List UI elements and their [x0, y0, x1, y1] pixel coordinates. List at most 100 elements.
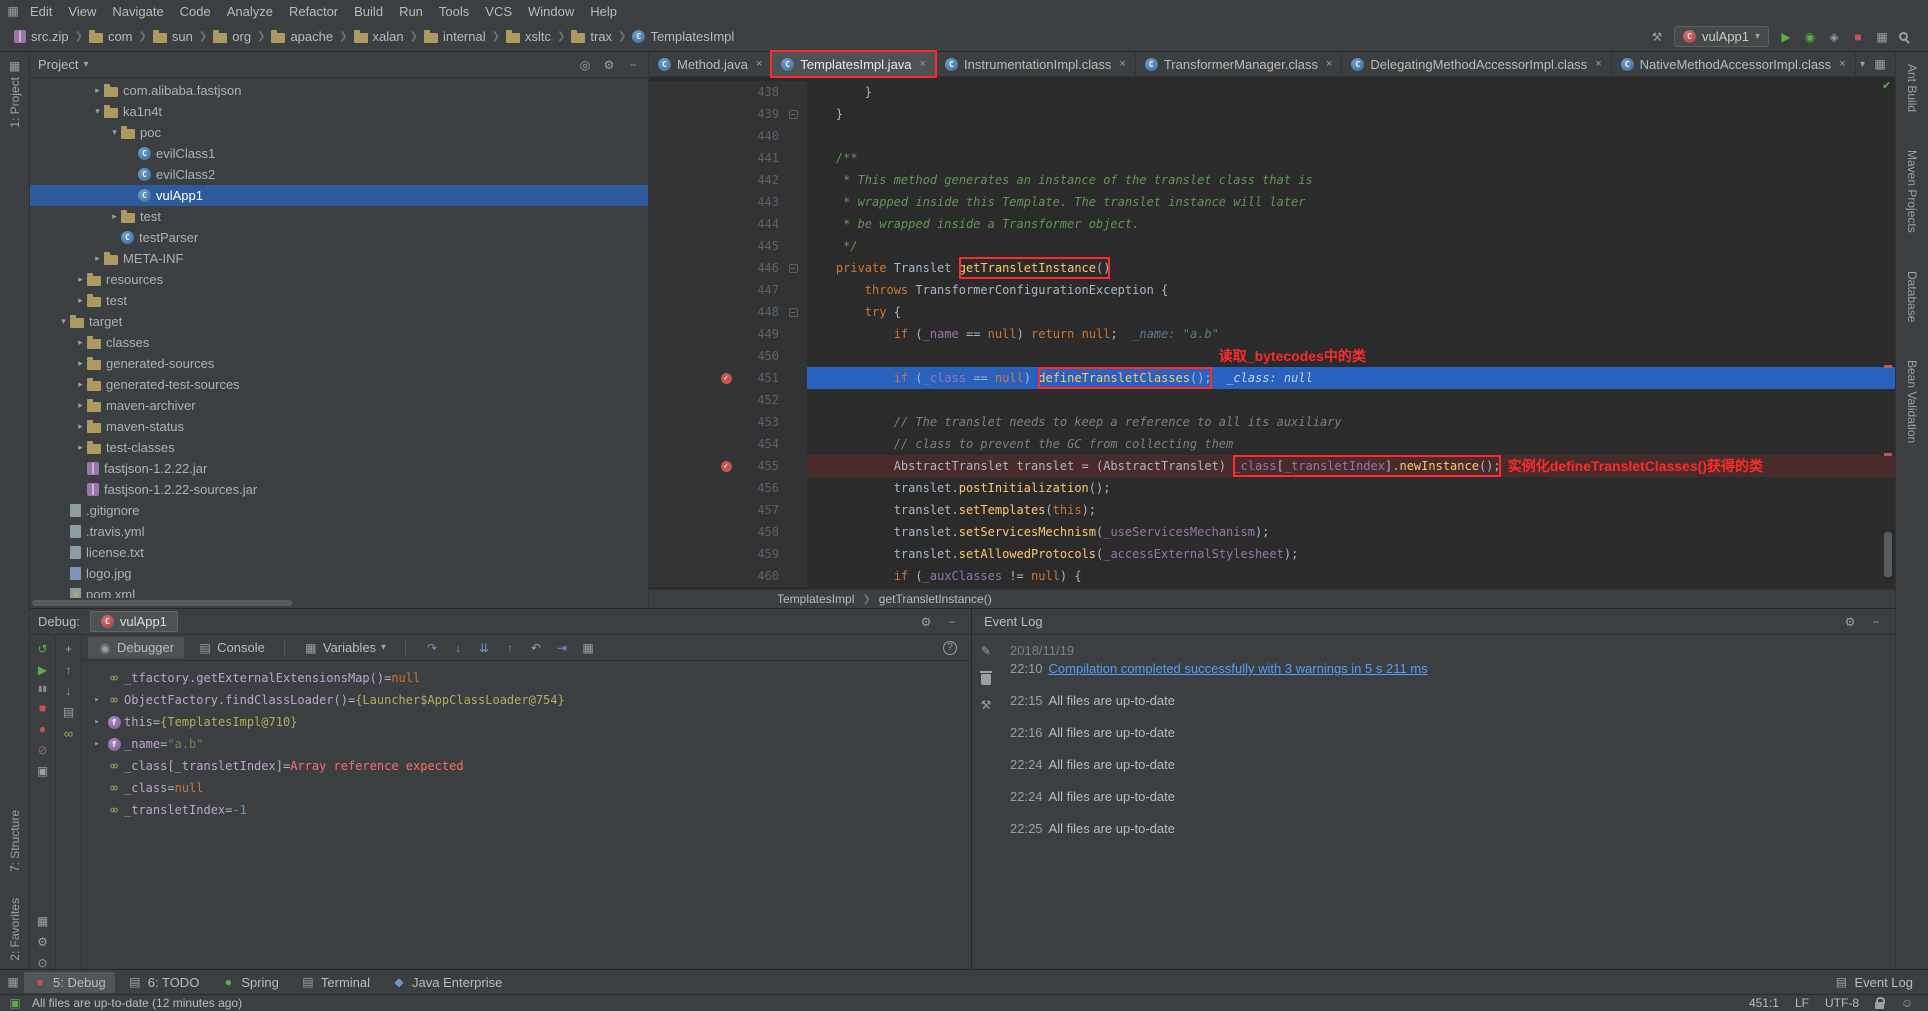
resume-button[interactable]: ▶: [36, 664, 50, 676]
help-icon[interactable]: ?: [943, 641, 957, 655]
expand-arrow[interactable]: ▸: [90, 695, 104, 705]
scrollbar-thumb[interactable]: [1884, 532, 1892, 577]
menu-run[interactable]: Run: [391, 2, 431, 21]
force-step-into-button[interactable]: ⇊: [477, 642, 491, 654]
close-icon[interactable]: ×: [1119, 58, 1125, 70]
gutter[interactable]: 456: [649, 477, 807, 499]
locate-button[interactable]: ◎: [578, 59, 592, 71]
breadcrumb-item-com[interactable]: com: [85, 27, 137, 46]
tree-expand-arrow[interactable]: ▸: [91, 253, 104, 264]
project-tree-item-test-classes[interactable]: ▸test-classes: [30, 437, 648, 458]
event-link[interactable]: Compilation completed successfully with …: [1049, 661, 1428, 676]
tree-expand-arrow[interactable]: ▾: [91, 106, 104, 117]
fold-marker-icon[interactable]: −: [789, 264, 798, 273]
gear-button[interactable]: ⚙: [1843, 616, 1857, 628]
gutter[interactable]: 460: [649, 565, 807, 587]
inspection-status-icon[interactable]: ✔: [1882, 79, 1891, 92]
variable-row-objectfactory-findclassloader[interactable]: ▸∞ObjectFactory.findClassLoader() = {Lau…: [90, 689, 971, 711]
debug-bug-button[interactable]: ◉: [1803, 31, 1817, 43]
lock-icon[interactable]: [1875, 1002, 1884, 1009]
close-icon[interactable]: ×: [756, 58, 762, 70]
close-icon[interactable]: ×: [920, 58, 926, 70]
tool-button-maven-projects[interactable]: Maven Projects: [1905, 150, 1919, 233]
pause-button[interactable]: ▮▮: [36, 685, 50, 693]
editor-tab-nativemethodaccessorimpl-class[interactable]: NativeMethodAccessorImpl.class×: [1612, 52, 1856, 76]
menu-navigate[interactable]: Navigate: [104, 2, 171, 21]
mute-breakpoints-button[interactable]: ⊘: [36, 744, 50, 756]
menu-vcs[interactable]: VCS: [477, 2, 520, 21]
project-tree-item-target[interactable]: ▾target: [30, 311, 648, 332]
project-tree-item-license-txt[interactable]: license.txt: [30, 542, 648, 563]
rerun-button[interactable]: ↺: [36, 643, 50, 655]
menu-refactor[interactable]: Refactor: [281, 2, 346, 21]
tool-button-project[interactable]: ▦ 1: Project: [8, 60, 22, 128]
gutter[interactable]: 443: [649, 191, 807, 213]
watch-button[interactable]: ∞: [62, 727, 76, 740]
gutter[interactable]: 459: [649, 543, 807, 565]
minus-button[interactable]: −: [1869, 616, 1883, 628]
project-tree-item-test[interactable]: ▸test: [30, 290, 648, 311]
expand-arrow[interactable]: ▸: [90, 717, 104, 727]
tree-expand-arrow[interactable]: ▸: [74, 421, 87, 432]
hector-icon[interactable]: ☺: [1900, 997, 1914, 1009]
breadcrumb-item-templatesimpl[interactable]: TemplatesImpl: [628, 27, 738, 46]
tree-expand-arrow[interactable]: ▾: [108, 127, 121, 138]
tree-expand-arrow[interactable]: ▸: [91, 85, 104, 96]
gutter[interactable]: 451: [649, 367, 807, 389]
editor-tab-method-java[interactable]: Method.java×: [649, 52, 772, 76]
toolwindow-button-terminal[interactable]: ▤Terminal: [292, 972, 379, 993]
menu-analyze[interactable]: Analyze: [219, 2, 281, 21]
step-over-button[interactable]: ↷: [425, 642, 439, 654]
menu-code[interactable]: Code: [172, 2, 219, 21]
gutter[interactable]: 458: [649, 521, 807, 543]
gutter[interactable]: 453: [649, 411, 807, 433]
debug-tab-console[interactable]: ▤Console: [188, 637, 275, 658]
view-breakpoints-button[interactable]: ●: [36, 723, 50, 735]
step-out-button[interactable]: ↑: [503, 642, 517, 654]
fold-marker-icon[interactable]: −: [789, 110, 798, 119]
drop-frame-button[interactable]: ↶: [529, 642, 543, 654]
project-tree-item-com-alibaba-fastjson[interactable]: ▸com.alibaba.fastjson: [30, 80, 648, 101]
tree-expand-arrow[interactable]: ▸: [74, 379, 87, 390]
gutter[interactable]: 444: [649, 213, 807, 235]
project-tree-item-classes[interactable]: ▸classes: [30, 332, 648, 353]
tree-expand-arrow[interactable]: ▸: [74, 274, 87, 285]
chevron-down-icon[interactable]: ▾: [1860, 59, 1865, 70]
tree-expand-arrow[interactable]: ▸: [74, 358, 87, 369]
menu-help[interactable]: Help: [582, 2, 625, 21]
variable-row-class[interactable]: ∞_class = null: [90, 777, 971, 799]
line-ending[interactable]: LF: [1795, 996, 1809, 1010]
toolwindow-button-event-log[interactable]: ▤Event Log: [1825, 972, 1922, 993]
grid-button[interactable]: ▦: [36, 915, 50, 927]
minus-button[interactable]: −: [626, 59, 640, 71]
tree-expand-arrow[interactable]: ▸: [108, 211, 121, 222]
grid-button[interactable]: ▦: [1875, 31, 1889, 43]
trash-button[interactable]: [981, 674, 991, 685]
split-editor-icon[interactable]: ▦: [1873, 58, 1887, 70]
variable-row-tfactory-getexternalextensionsmap[interactable]: ∞_tfactory.getExternalExtensionsMap() = …: [90, 667, 971, 689]
minus-button[interactable]: −: [945, 616, 959, 628]
gutter[interactable]: 452: [649, 389, 807, 411]
variables-view-tab[interactable]: ▦Variables▾: [294, 637, 396, 658]
stop-button[interactable]: ■: [1851, 31, 1865, 43]
project-view-selector[interactable]: Project ▾: [38, 57, 89, 72]
breadcrumb-item-xsltc[interactable]: xsltc: [502, 27, 555, 46]
breadcrumb-item-sun[interactable]: sun: [149, 27, 197, 46]
project-tree-item-fastjson-1-2-22-jar[interactable]: fastjson-1.2.22.jar: [30, 458, 648, 479]
toolwindow-button-java-enterprise[interactable]: ◆Java Enterprise: [383, 972, 511, 993]
gutter[interactable]: 442: [649, 169, 807, 191]
project-tree-item-travis-yml[interactable]: .travis.yml: [30, 521, 648, 542]
tool-button-database[interactable]: Database: [1905, 271, 1919, 322]
search-button[interactable]: [1899, 32, 1908, 41]
close-icon[interactable]: ×: [1326, 58, 1332, 70]
build-hammer-icon[interactable]: ⚒: [1650, 31, 1664, 43]
toolwindow-switcher-icon[interactable]: ▦: [6, 976, 20, 988]
debug-session-tab[interactable]: vulApp1: [90, 611, 178, 632]
project-tree-item-testparser[interactable]: testParser: [30, 227, 648, 248]
gutter[interactable]: 454: [649, 433, 807, 455]
gutter[interactable]: 448−: [649, 301, 807, 323]
toolwindow-button-5-debug[interactable]: ●5: Debug: [24, 972, 115, 993]
gutter[interactable]: 446−: [649, 257, 807, 279]
up-button[interactable]: ↑: [62, 664, 76, 676]
pencil-button[interactable]: ✎: [979, 645, 993, 657]
